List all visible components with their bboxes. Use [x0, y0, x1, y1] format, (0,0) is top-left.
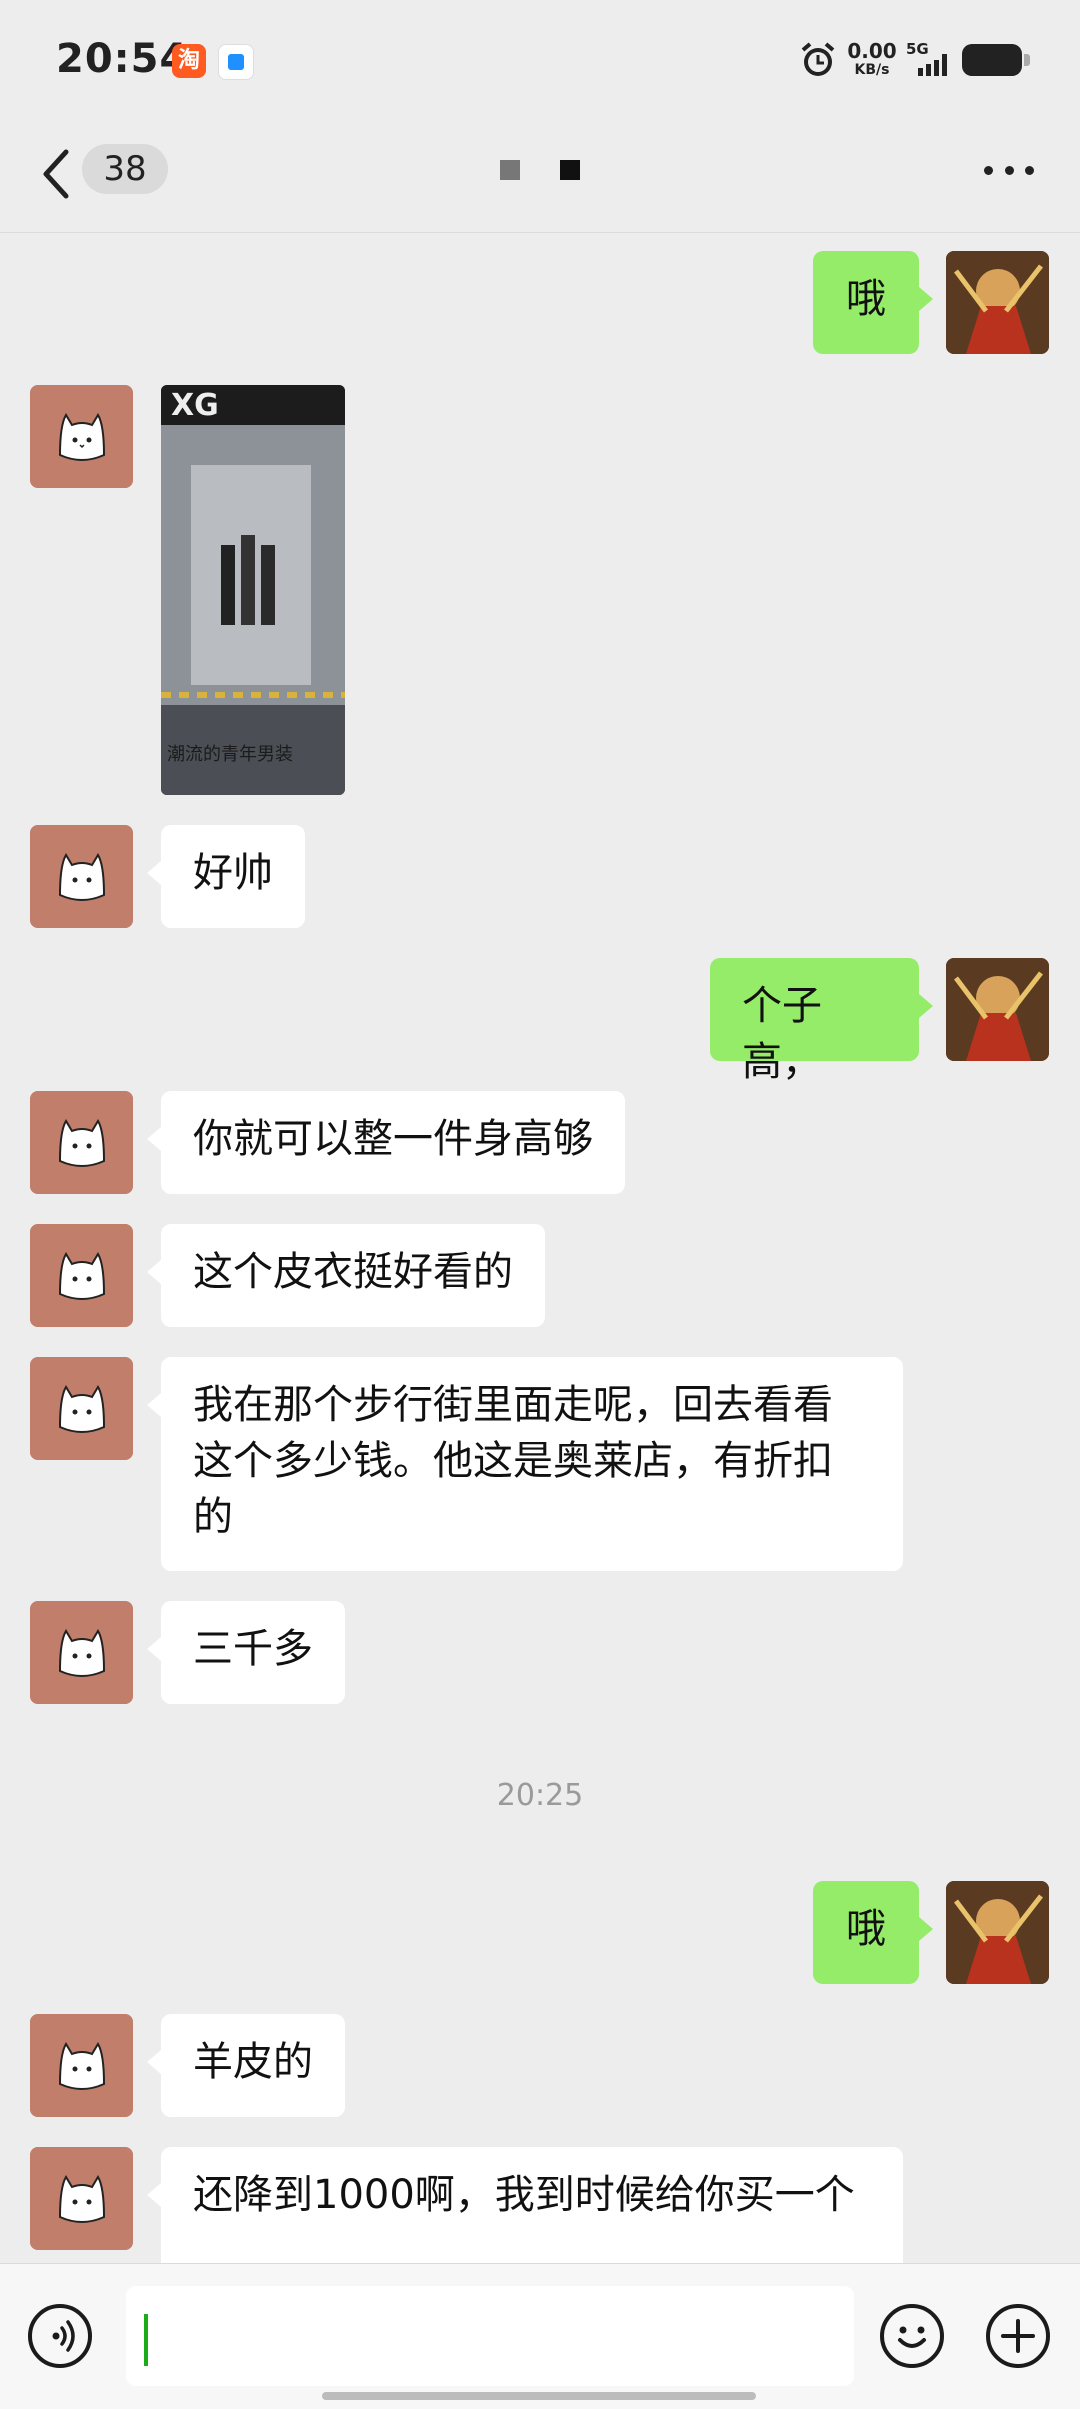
contact-avatar[interactable]	[30, 1091, 133, 1194]
status-bar: 20:54 淘 0.00 KB/s 5G	[0, 0, 1080, 120]
message-text: 我在那个步行街里面走呢，回去看看这个多少钱。他这是奥莱店，有折扣的	[193, 1382, 833, 1540]
unread-count-badge[interactable]: 38	[82, 144, 168, 194]
signal-icon: 5G	[906, 40, 947, 76]
message-bubble-in[interactable]: 三千多	[147, 1601, 345, 1704]
contact-avatar[interactable]	[30, 1357, 133, 1460]
message-bubble-out[interactable]: 哦	[813, 1881, 933, 1984]
more-dots-icon[interactable]	[984, 166, 1034, 178]
contact-avatar[interactable]	[30, 1601, 133, 1704]
contact-avatar[interactable]	[30, 2147, 133, 2250]
message-bubble-in[interactable]: 你就可以整一件身高够	[147, 1091, 625, 1194]
notification-app-icon	[218, 44, 254, 80]
message-text: 这个皮衣挺好看的	[193, 1249, 513, 1295]
contact-avatar[interactable]	[30, 825, 133, 928]
taobao-app-icon: 淘	[172, 44, 206, 78]
chat-header: 38	[0, 120, 1080, 233]
message-text: 哦	[846, 1906, 886, 1952]
message-text: 三千多	[193, 1626, 313, 1672]
message-image[interactable]: XG 潮流的青年男装	[161, 385, 345, 795]
message-text: 你就可以整一件身高够	[193, 1116, 593, 1162]
home-indicator[interactable]	[322, 2392, 756, 2400]
message-text: 个子高，	[742, 983, 822, 1085]
contact-avatar[interactable]	[30, 2014, 133, 2117]
message-list[interactable]: 哦 XG 潮流的青年男装 好帅 个子高， 你就可以整一件身高够 这个皮衣挺好看的…	[0, 233, 1080, 2263]
message-input[interactable]	[126, 2286, 854, 2386]
voice-icon[interactable]	[28, 2304, 92, 2368]
network-type: 5G	[906, 40, 929, 58]
message-bubble-in[interactable]: 还降到1000啊，我到时候给你买一个	[147, 2147, 903, 2263]
message-bubble-out[interactable]: 哦	[813, 251, 933, 354]
chat-title-redacted-2	[560, 160, 580, 180]
message-bubble-in[interactable]: 羊皮的	[147, 2014, 345, 2117]
message-text: 好帅	[193, 850, 273, 896]
emoji-icon[interactable]	[880, 2304, 944, 2368]
contact-avatar[interactable]	[30, 1224, 133, 1327]
message-text: 哦	[846, 276, 886, 322]
timestamp: 20:25	[496, 1778, 584, 1813]
message-bubble-in[interactable]: 好帅	[147, 825, 305, 928]
message-bubble-in[interactable]: 这个皮衣挺好看的	[147, 1224, 545, 1327]
message-text: 羊皮的	[193, 2039, 313, 2085]
plus-icon[interactable]	[986, 2304, 1050, 2368]
contact-avatar[interactable]	[30, 385, 133, 488]
photo-caption-text: 潮流的青年男装	[167, 744, 293, 765]
chat-title-redacted-1	[500, 160, 520, 180]
message-text: 还降到1000啊，我到时候给你买一个	[193, 2172, 855, 2218]
my-avatar[interactable]	[946, 251, 1049, 354]
chevron-left-icon[interactable]	[36, 144, 76, 204]
battery-icon	[962, 44, 1030, 76]
status-time: 20:54	[56, 36, 189, 82]
message-bubble-out[interactable]: 个子高，	[710, 958, 933, 1085]
net-speed: 0.00 KB/s	[846, 40, 898, 78]
input-bar	[0, 2263, 1080, 2409]
my-avatar[interactable]	[946, 958, 1049, 1061]
my-avatar[interactable]	[946, 1881, 1049, 1984]
net-speed-unit: KB/s	[854, 62, 890, 78]
message-bubble-in[interactable]: 我在那个步行街里面走呢，回去看看这个多少钱。他这是奥莱店，有折扣的	[147, 1357, 903, 1571]
text-caret	[144, 2314, 148, 2366]
alarm-icon	[801, 42, 835, 76]
net-speed-value: 0.00	[847, 39, 897, 63]
photo-sign-text: XG	[171, 388, 219, 423]
